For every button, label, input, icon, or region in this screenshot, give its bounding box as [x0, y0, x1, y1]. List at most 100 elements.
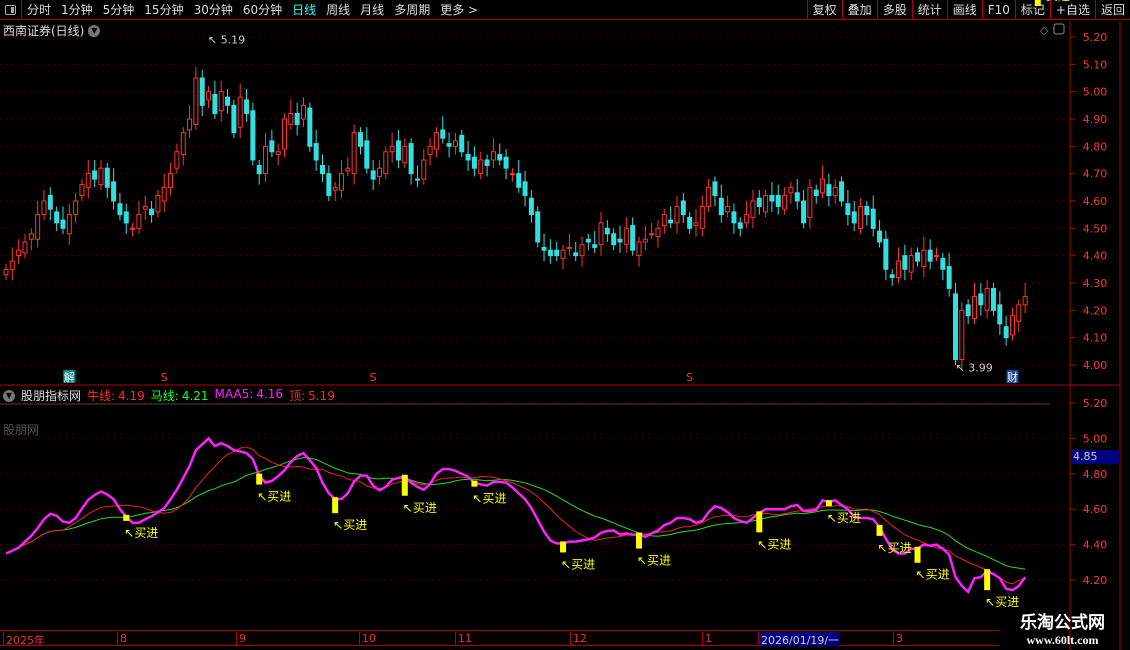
- candle: [130, 227, 136, 230]
- time-label: 12: [570, 632, 587, 646]
- candle: [965, 304, 971, 317]
- event-marker-label: 解: [64, 370, 75, 384]
- candle: [1009, 315, 1015, 336]
- candle: [79, 184, 85, 197]
- candle: [421, 159, 427, 180]
- candle: [142, 205, 148, 210]
- candle: [845, 203, 851, 216]
- buy-signal-label: ↖买进: [827, 511, 861, 525]
- candle: [85, 173, 91, 188]
- candle: [940, 257, 946, 270]
- candle: [414, 178, 420, 181]
- y-tick-label: 4.60: [1083, 195, 1108, 208]
- buy-signal-bar: [123, 514, 130, 521]
- candle: [478, 159, 484, 175]
- candle: [554, 249, 560, 257]
- y-tick-label: 4.80: [1083, 140, 1108, 153]
- price-chart[interactable]: 5.20 5.10 5.00 4.90 4.80 4.70 4.60 4.50 4.40 4.30…: [0, 0, 1130, 650]
- candle: [440, 129, 446, 139]
- candle: [351, 132, 357, 175]
- candle: [611, 233, 617, 246]
- buy-signal-label: ↖买进: [757, 537, 791, 551]
- buy-signal-bar: [825, 500, 832, 507]
- candle: [870, 208, 876, 229]
- candle: [573, 252, 579, 257]
- candle: [35, 214, 41, 240]
- y-tick-label: 4.50: [1083, 222, 1108, 235]
- buy-signal-label: ↖买进: [878, 541, 912, 555]
- candle: [503, 156, 509, 169]
- y-tick-label: 4.70: [1083, 168, 1108, 181]
- candle: [149, 208, 155, 216]
- time-label: 2026/01/19/一: [758, 632, 840, 647]
- candle: [471, 156, 477, 169]
- candle: [357, 132, 363, 147]
- time-label: 8: [117, 632, 127, 646]
- candle: [320, 164, 325, 175]
- candle: [408, 143, 414, 175]
- candle: [47, 195, 53, 210]
- watermark-url: www.60lt.com: [1026, 633, 1099, 647]
- candle: [98, 167, 104, 186]
- candle: [465, 154, 471, 161]
- buy-signal-label: ↖买进: [257, 490, 291, 504]
- buy-signal-label: ↖买进: [916, 568, 950, 582]
- candle: [636, 241, 642, 257]
- candle: [338, 173, 344, 191]
- candle: [687, 216, 693, 229]
- low-price-label: ↖ 3.99: [956, 362, 993, 375]
- candle: [490, 151, 496, 161]
- buy-signal-bar: [471, 480, 478, 487]
- candle: [889, 274, 895, 279]
- candle: [402, 145, 408, 164]
- ma-line-red: [5, 446, 1026, 585]
- candle: [820, 178, 826, 194]
- buy-signal-bar: [914, 546, 921, 563]
- y-tick-label: 4.40: [1083, 539, 1108, 552]
- time-label: 11: [455, 632, 472, 646]
- candle: [896, 260, 902, 279]
- candle: [864, 205, 870, 216]
- buy-signal-bar: [401, 474, 408, 496]
- time-label: 1: [702, 632, 712, 646]
- candle: [117, 203, 123, 216]
- candle: [225, 96, 231, 106]
- candle: [180, 132, 186, 156]
- candle: [971, 296, 977, 319]
- buy-signal-bar: [256, 473, 263, 485]
- candle: [541, 246, 547, 251]
- candle: [984, 287, 990, 311]
- time-label: 9: [236, 632, 246, 646]
- candle: [915, 252, 921, 262]
- buy-signal-bar: [560, 541, 567, 553]
- candle: [535, 211, 541, 243]
- candle: [725, 205, 731, 213]
- time-label: 10: [359, 632, 376, 646]
- buy-signal-label: ↖买进: [472, 492, 506, 506]
- buy-signal-label: ↖买进: [1036, 0, 1070, 3]
- candle: [395, 140, 401, 161]
- candle: [604, 227, 610, 235]
- candle: [756, 197, 762, 207]
- diamond-icon[interactable]: ◇: [1040, 24, 1049, 37]
- y-tick-label: 4.80: [1083, 468, 1108, 481]
- buy-signal-bar: [876, 524, 883, 536]
- candle: [332, 186, 338, 191]
- y-tick-label: 5.20: [1083, 397, 1108, 410]
- candle: [522, 181, 528, 197]
- candle: [585, 238, 591, 243]
- candle: [661, 214, 667, 227]
- cursor-value-label: 4.85: [1072, 450, 1120, 464]
- candle: [307, 107, 313, 147]
- panel-icon[interactable]: [1053, 23, 1065, 35]
- candle: [136, 214, 142, 229]
- candle: [718, 197, 724, 216]
- candle: [174, 151, 180, 169]
- candle: [1016, 304, 1022, 322]
- candle: [953, 293, 958, 360]
- candle: [630, 225, 636, 251]
- candle: [547, 249, 553, 257]
- candle: [269, 140, 275, 153]
- candle: [104, 167, 110, 188]
- candle: [794, 192, 800, 202]
